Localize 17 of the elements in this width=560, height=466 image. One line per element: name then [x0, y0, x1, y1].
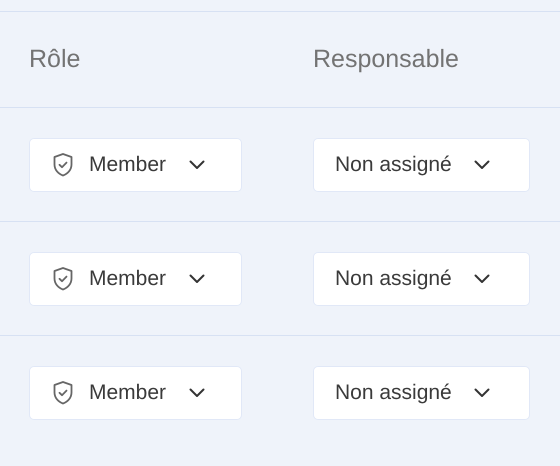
- column-header: Responsable: [313, 45, 460, 74]
- chevron-down-icon: [189, 160, 206, 170]
- chevron-down-icon: [189, 274, 206, 284]
- role-dropdown[interactable]: Member: [29, 252, 242, 306]
- column-header: Rôle: [29, 45, 82, 74]
- chevron-down-icon: [474, 388, 490, 398]
- role-dropdown[interactable]: Member: [29, 366, 242, 420]
- role-dropdown[interactable]: Member: [29, 138, 242, 192]
- chevron-down-icon: [474, 274, 490, 284]
- shield-check-icon: [52, 266, 74, 292]
- assignee-dropdown[interactable]: Non assigné: [313, 252, 530, 306]
- chevron-down-icon: [474, 160, 490, 170]
- chevron-down-icon: [189, 388, 206, 398]
- assignee-dropdown[interactable]: Non assigné: [313, 366, 530, 420]
- assignee-dropdown[interactable]: Non assigné: [313, 138, 530, 192]
- shield-check-icon: [52, 152, 74, 178]
- shield-check-icon: [52, 380, 74, 406]
